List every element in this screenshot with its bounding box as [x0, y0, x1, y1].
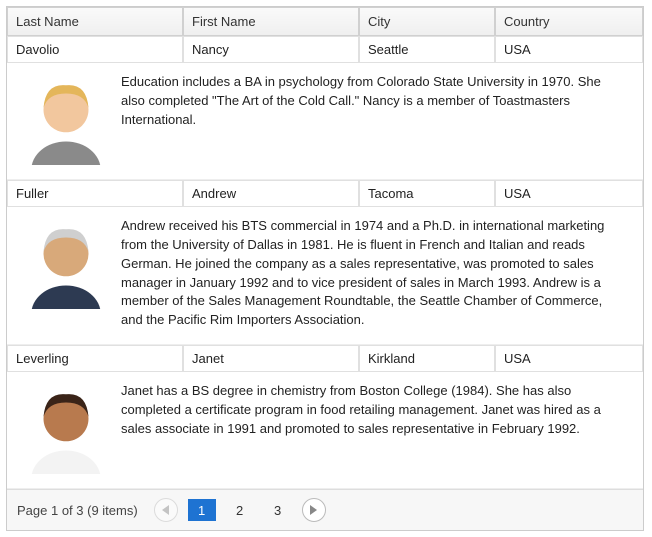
cell-city: Tacoma	[359, 180, 495, 207]
avatar	[25, 382, 107, 474]
cell-first-name: Andrew	[183, 180, 359, 207]
column-header-city[interactable]: City	[359, 7, 495, 36]
cell-country: USA	[495, 36, 643, 63]
cell-last-name: Fuller	[7, 180, 183, 207]
table-row[interactable]: Fuller Andrew Tacoma USA	[7, 180, 643, 207]
cell-city: Kirkland	[359, 345, 495, 372]
detail-row: Janet has a BS degree in chemistry from …	[7, 372, 643, 489]
cell-country: USA	[495, 180, 643, 207]
detail-text: Education includes a BA in psychology fr…	[121, 73, 625, 165]
table-row[interactable]: Leverling Janet Kirkland USA	[7, 345, 643, 372]
cell-last-name: Davolio	[7, 36, 183, 63]
cell-first-name: Janet	[183, 345, 359, 372]
cell-country: USA	[495, 345, 643, 372]
column-header-last-name[interactable]: Last Name	[7, 7, 183, 36]
cell-last-name: Leverling	[7, 345, 183, 372]
pager-prev-button	[154, 498, 178, 522]
cell-first-name: Nancy	[183, 36, 359, 63]
avatar	[25, 73, 107, 165]
avatar	[25, 217, 107, 309]
pager-summary: Page 1 of 3 (9 items)	[17, 503, 138, 518]
cell-city: Seattle	[359, 36, 495, 63]
pager: Page 1 of 3 (9 items) 123	[7, 489, 643, 530]
column-header-row: Last Name First Name City Country	[7, 7, 643, 36]
pager-next-button[interactable]	[302, 498, 326, 522]
chevron-right-icon	[310, 505, 317, 515]
detail-row: Education includes a BA in psychology fr…	[7, 63, 643, 180]
pager-page-1[interactable]: 1	[188, 499, 216, 521]
chevron-left-icon	[162, 505, 169, 515]
detail-text: Andrew received his BTS commercial in 19…	[121, 217, 625, 330]
column-header-country[interactable]: Country	[495, 7, 643, 36]
table-row[interactable]: Davolio Nancy Seattle USA	[7, 36, 643, 63]
pager-page-3[interactable]: 3	[264, 499, 292, 521]
data-grid: Last Name First Name City Country Davoli…	[6, 6, 644, 531]
pager-page-2[interactable]: 2	[226, 499, 254, 521]
detail-text: Janet has a BS degree in chemistry from …	[121, 382, 625, 474]
detail-row: Andrew received his BTS commercial in 19…	[7, 207, 643, 345]
column-header-first-name[interactable]: First Name	[183, 7, 359, 36]
